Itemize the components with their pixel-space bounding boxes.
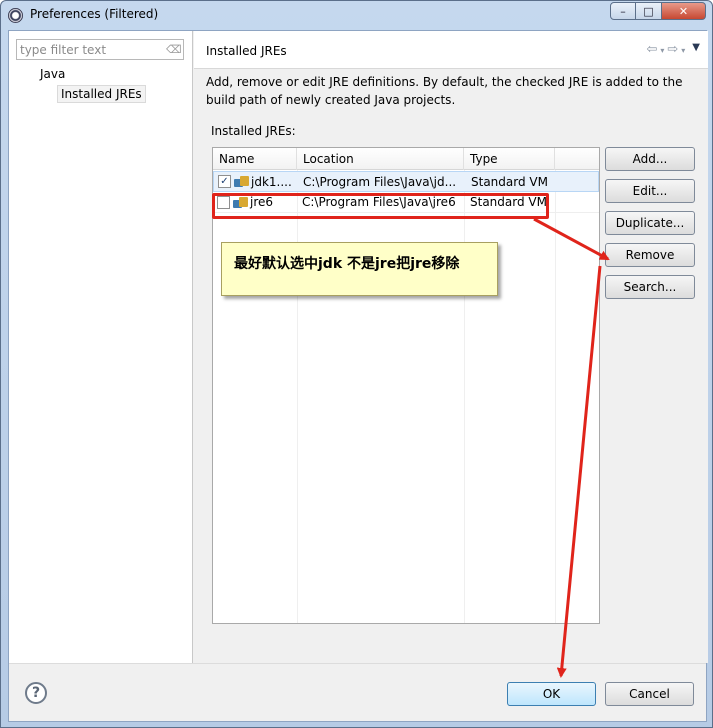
column-header-name[interactable]: Name (213, 148, 297, 170)
clear-filter-icon[interactable]: ⌫ (166, 43, 182, 56)
dialog-client-area: ⌫ Java Installed JREs Installed JREs ⇦ ▾… (8, 30, 708, 722)
window-controls: – □ ✕ (610, 2, 706, 20)
filter-box: ⌫ (16, 39, 184, 60)
highlight-box (212, 193, 549, 219)
tree-item-installed-jres[interactable]: Installed JREs (57, 85, 146, 103)
duplicate-button[interactable]: Duplicate... (605, 211, 695, 235)
type-cell: Standard VM (471, 174, 548, 189)
table-row[interactable]: ✓ jdk1.... C:\Program Files\Java\jd... S… (213, 171, 599, 192)
preferences-window: Preferences (Filtered) – □ ✕ ⌫ Java Inst… (0, 0, 713, 728)
cancel-button[interactable]: Cancel (605, 682, 694, 706)
back-arrow-icon[interactable]: ⇦ (646, 42, 657, 57)
annotation-callout: 最好默认选中jdk 不是jre把jre移除 (221, 242, 498, 296)
default-jre-checkbox[interactable]: ✓ (218, 175, 231, 188)
location-cell: C:\Program Files\Java\jd... (303, 174, 457, 189)
column-divider (464, 148, 465, 623)
close-button[interactable]: ✕ (662, 2, 706, 20)
help-icon[interactable]: ? (25, 682, 47, 704)
annotation-text: 最好默认选中jdk 不是jre把jre移除 (234, 256, 460, 272)
maximize-button[interactable]: □ (636, 2, 662, 20)
table-header: Name Location Type (213, 148, 599, 170)
page-header: Installed JREs ⇦ ▾ ⇨ ▾ ▼ (194, 31, 708, 69)
search-button[interactable]: Search... (605, 275, 695, 299)
edit-button[interactable]: Edit... (605, 179, 695, 203)
forward-dropdown-icon[interactable]: ▾ (681, 46, 685, 57)
forward-arrow-icon[interactable]: ⇨ (667, 42, 678, 57)
title-bar[interactable]: Preferences (Filtered) – □ ✕ (1, 1, 712, 29)
page-title: Installed JREs (206, 44, 287, 58)
column-divider (555, 148, 556, 623)
history-navigation: ⇦ ▾ ⇨ ▾ ▼ (646, 42, 700, 57)
preferences-tree-pane: ⌫ Java Installed JREs (9, 31, 193, 663)
minimize-button[interactable]: – (610, 2, 636, 20)
jre-library-icon (234, 175, 249, 188)
filter-input[interactable] (17, 40, 157, 59)
column-divider (297, 148, 298, 623)
remove-button[interactable]: Remove (605, 243, 695, 267)
window-title: Preferences (Filtered) (30, 7, 159, 21)
eclipse-app-icon (8, 8, 23, 23)
column-header-type[interactable]: Type (464, 148, 555, 170)
back-dropdown-icon[interactable]: ▾ (660, 46, 664, 57)
dialog-button-bar: ? OK Cancel (9, 663, 706, 721)
page-description: Add, remove or edit JRE definitions. By … (206, 75, 683, 107)
ok-button[interactable]: OK (507, 682, 596, 706)
preference-page: Installed JREs ⇦ ▾ ⇨ ▾ ▼ Add, remove or … (194, 31, 708, 663)
tree-item-java[interactable]: Java (40, 67, 65, 81)
jre-name: jdk1.... (251, 174, 292, 189)
name-cell: ✓ jdk1.... (214, 172, 298, 192)
column-header-filler (555, 148, 599, 170)
jre-list-label: Installed JREs: (211, 124, 296, 138)
view-menu-icon[interactable]: ▼ (692, 42, 700, 57)
column-header-location[interactable]: Location (297, 148, 464, 170)
add-button[interactable]: Add... (605, 147, 695, 171)
